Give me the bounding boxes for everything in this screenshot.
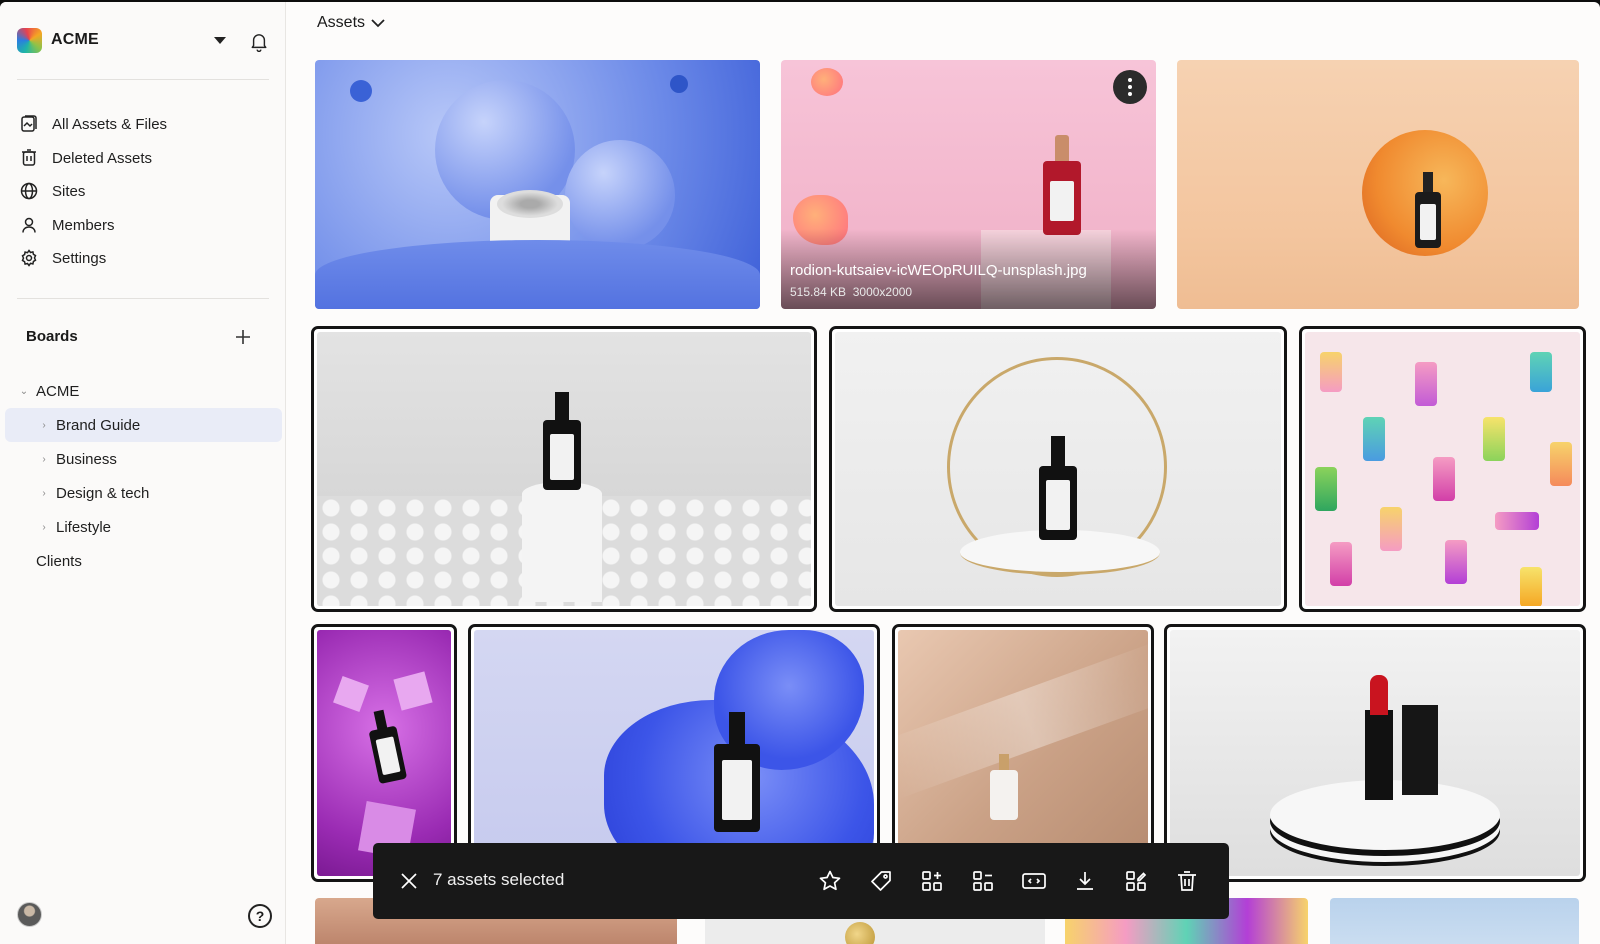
caret-down-icon[interactable]	[214, 37, 226, 44]
delete-icon	[1178, 871, 1196, 891]
asset-thumbnail	[898, 630, 1148, 876]
board-lifestyle[interactable]: › Lifestyle	[38, 510, 111, 544]
nav-members[interactable]: Members	[20, 211, 115, 239]
breadcrumb[interactable]: Assets	[317, 14, 385, 32]
asset-tile-hovered[interactable]: rodion-kutsaiev-icWEOpRUILQ-unsplash.jpg…	[781, 60, 1156, 309]
more-options-icon[interactable]	[1113, 70, 1147, 104]
asset-thumbnail	[835, 332, 1281, 606]
bottle-shape	[1415, 172, 1441, 248]
asset-thumbnail	[1177, 60, 1579, 309]
user-icon	[22, 217, 36, 233]
workspace-name: ACME	[51, 31, 99, 48]
asset-thumbnail	[317, 630, 451, 876]
board-label: Clients	[36, 552, 82, 570]
chevron-right-icon[interactable]: ›	[38, 453, 50, 465]
asset-thumbnail	[1330, 898, 1579, 944]
asset-size: 515.84 KB	[790, 285, 847, 299]
board-clients[interactable]: Clients	[36, 544, 82, 578]
board-acme[interactable]: ⌄ ACME	[18, 374, 282, 408]
board-label: Design & tech	[56, 484, 150, 502]
selection-action-bar: 7 assets selected	[373, 843, 1229, 919]
bottle-shape	[714, 712, 760, 832]
board-label: Brand Guide	[56, 416, 141, 434]
asset-thumbnail	[1170, 630, 1580, 876]
add-to-board-icon	[922, 871, 942, 891]
asset-dimensions: 3000x2000	[852, 285, 913, 299]
bottle-shape	[990, 754, 1018, 820]
help-icon[interactable]: ?	[248, 904, 272, 928]
chevron-down-icon[interactable]: ⌄	[18, 385, 30, 397]
asset-tile-selected[interactable]	[829, 326, 1287, 612]
bottle-shape	[543, 392, 581, 490]
asset-tile-selected[interactable]	[1299, 326, 1586, 612]
star-icon	[819, 870, 841, 891]
board-label: Lifestyle	[56, 518, 112, 536]
trash-icon	[22, 149, 36, 166]
acme-logo-icon	[17, 27, 42, 53]
delete-button[interactable]	[1172, 866, 1202, 896]
edit-icon	[1126, 871, 1147, 891]
nav-label: Sites	[52, 182, 86, 200]
resize-icon	[1022, 873, 1046, 889]
asset-thumbnail: rodion-kutsaiev-icWEOpRUILQ-unsplash.jpg…	[781, 60, 1156, 309]
asset-meta: 515.84 KB 3000x2000	[790, 285, 912, 299]
asset-tile[interactable]	[1177, 60, 1579, 309]
gear-icon	[21, 249, 37, 267]
nav-label: Settings	[52, 249, 107, 267]
app-window: ACME All Assets & Files Deleted Assets S…	[0, 2, 1600, 944]
nav-settings[interactable]: Settings	[20, 244, 106, 272]
asset-tile-selected[interactable]	[311, 326, 817, 612]
asset-thumbnail	[317, 332, 811, 606]
resize-button[interactable]	[1019, 866, 1049, 896]
nav-label: Members	[52, 216, 115, 234]
bottle-shape	[1043, 135, 1081, 235]
nav-label: All Assets & Files	[52, 115, 168, 133]
chevron-right-icon[interactable]: ›	[38, 419, 50, 431]
asset-thumbnail	[315, 60, 760, 309]
move-button[interactable]	[968, 866, 998, 896]
asset-thumbnail	[1305, 332, 1580, 606]
edit-button[interactable]	[1121, 866, 1151, 896]
bottle-shape	[365, 708, 408, 785]
close-icon[interactable]	[399, 871, 419, 891]
nav-deleted-assets[interactable]: Deleted Assets	[20, 144, 152, 172]
bell-icon[interactable]	[250, 32, 268, 52]
download-button[interactable]	[1070, 866, 1100, 896]
board-label: Business	[56, 450, 117, 468]
assets-icon	[21, 115, 37, 132]
asset-tile[interactable]	[1330, 898, 1579, 944]
nav-label: Deleted Assets	[52, 149, 153, 167]
chevron-down-icon	[371, 18, 385, 27]
tag-icon	[871, 871, 891, 891]
divider	[17, 79, 269, 80]
main-content: Assets rodion-kutsaiev-icWEOpRUILQ-unspl…	[287, 2, 1600, 944]
divider	[17, 298, 269, 299]
boards-heading: Boards	[26, 328, 78, 345]
board-brand-guide[interactable]: › Brand Guide	[5, 408, 282, 442]
asset-overlay: rodion-kutsaiev-icWEOpRUILQ-unsplash.jpg…	[781, 229, 1156, 309]
workspace-switcher[interactable]: ACME	[17, 26, 99, 54]
selection-count: 7 assets selected	[433, 870, 565, 889]
sidebar: ACME All Assets & Files Deleted Assets S…	[0, 2, 286, 944]
globe-icon	[20, 182, 38, 200]
tag-button[interactable]	[866, 866, 896, 896]
breadcrumb-label: Assets	[317, 14, 366, 31]
asset-thumbnail	[474, 630, 874, 876]
bottle-shape	[1039, 436, 1077, 540]
board-design-tech[interactable]: › Design & tech	[38, 476, 149, 510]
chevron-right-icon[interactable]: ›	[38, 521, 50, 533]
nav-sites[interactable]: Sites	[20, 177, 85, 205]
nav-all-assets[interactable]: All Assets & Files	[20, 110, 167, 138]
add-board-icon[interactable]	[234, 328, 252, 346]
favorite-button[interactable]	[815, 866, 845, 896]
add-to-board-button[interactable]	[917, 866, 947, 896]
asset-tile[interactable]	[315, 60, 760, 309]
asset-name: rodion-kutsaiev-icWEOpRUILQ-unsplash.jpg	[790, 262, 1087, 279]
move-icon	[973, 871, 993, 891]
board-business[interactable]: › Business	[38, 442, 117, 476]
chevron-right-icon[interactable]: ›	[38, 487, 50, 499]
user-avatar[interactable]	[17, 902, 42, 927]
download-icon	[1077, 872, 1093, 890]
board-label: ACME	[36, 382, 80, 400]
